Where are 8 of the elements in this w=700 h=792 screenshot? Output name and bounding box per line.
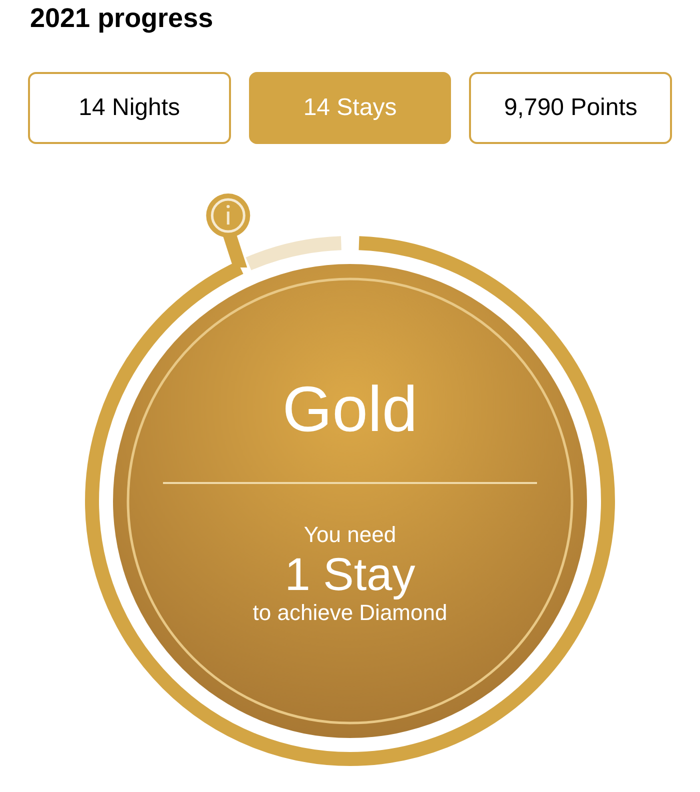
tier-name: Gold <box>282 374 418 444</box>
need-amount: 1 Stay <box>284 548 416 600</box>
need-label: You need <box>304 522 396 548</box>
target-label: to achieve Diamond <box>252 600 448 626</box>
info-icon[interactable] <box>206 194 250 268</box>
stat-tab[interactable]: 9,790 Points <box>469 72 672 144</box>
stat-tab[interactable]: 14 Nights <box>28 72 231 144</box>
section-title: 2021 progress <box>29 2 214 35</box>
